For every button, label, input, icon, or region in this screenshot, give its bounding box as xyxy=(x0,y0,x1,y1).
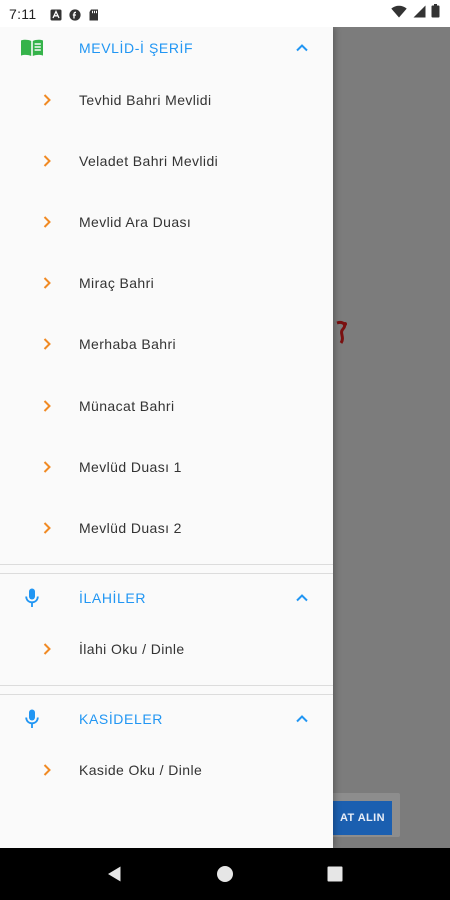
system-navigation-bar xyxy=(0,848,450,900)
chevron-right-icon xyxy=(43,93,51,106)
chevron-right-icon xyxy=(43,643,51,655)
status-time: 7:11 xyxy=(9,5,37,22)
chevron-right-icon xyxy=(43,522,51,534)
menu-item-label: Miraç Bahri xyxy=(79,275,155,292)
microphone-icon xyxy=(19,708,44,730)
background-button: AT ALIN xyxy=(333,801,392,835)
navigation-drawer: MEVLİD-İ ŞERİF Tevhid Bahri Mevlidi Vela… xyxy=(0,27,333,848)
menu-item-label: Münacat Bahri xyxy=(79,397,175,414)
status-bar: 7:11 xyxy=(0,0,450,27)
menu-item-mevlud-duasi-2[interactable]: Mevlüd Duası 2 xyxy=(0,497,333,558)
status-notification-icons xyxy=(50,8,100,21)
wifi-icon xyxy=(391,5,407,23)
section-title: İLAHİLER xyxy=(79,589,147,606)
section-header-kasideler[interactable]: KASİDELER xyxy=(0,698,333,740)
chevron-up-icon[interactable] xyxy=(294,711,310,727)
f-icon xyxy=(69,8,82,21)
chevron-right-icon xyxy=(43,155,51,167)
microphone-icon xyxy=(19,587,44,609)
chevron-right-icon xyxy=(43,338,51,351)
section-header-mevlid[interactable]: MEVLİD-İ ŞERİF xyxy=(0,27,333,69)
home-icon xyxy=(217,866,233,882)
status-system-icons xyxy=(391,4,440,23)
menu-item-label: İlahi Oku / Dinle xyxy=(79,641,185,658)
chevron-right-icon xyxy=(43,277,51,289)
section-header-ilahiler[interactable]: İLAHİLER xyxy=(0,577,333,619)
menu-item-label: Merhaba Bahri xyxy=(79,336,177,353)
menu-item-label: Tevhid Bahri Mevlidi xyxy=(79,91,212,108)
menu-item-munacat-bahri[interactable]: Münacat Bahri xyxy=(0,375,333,436)
menu-item-ilahi-oku-dinle[interactable]: İlahi Oku / Dinle xyxy=(0,619,333,680)
chevron-up-icon[interactable] xyxy=(294,40,310,56)
chevron-right-icon xyxy=(43,461,51,473)
recents-icon xyxy=(327,866,343,882)
background-content: ece AT ALIN xyxy=(333,27,450,848)
back-button[interactable] xyxy=(95,854,135,894)
menu-item-merhaba-bahri[interactable]: Merhaba Bahri xyxy=(0,314,333,375)
home-button[interactable] xyxy=(205,854,245,894)
chevron-right-icon xyxy=(43,764,51,776)
menu-item-mirac-bahri[interactable]: Miraç Bahri xyxy=(0,253,333,314)
signal-icon xyxy=(412,5,426,23)
background-glyph: ece xyxy=(333,377,341,470)
section-divider xyxy=(0,559,333,577)
sd-card-icon xyxy=(88,8,100,20)
menu-item-mevlud-duasi-1[interactable]: Mevlüd Duası 1 xyxy=(0,436,333,497)
menu-item-label: Mevlüd Duası 2 xyxy=(79,519,182,536)
section-title: MEVLİD-İ ŞERİF xyxy=(79,40,194,56)
menu-item-tevhid-bahri-mevlidi[interactable]: Tevhid Bahri Mevlidi xyxy=(0,69,333,130)
menu-item-mevlid-ara-duasi[interactable]: Mevlid Ara Duası xyxy=(0,191,333,252)
decorative-ornament xyxy=(336,321,347,344)
chevron-right-icon xyxy=(43,216,51,228)
menu-item-label: Kaside Oku / Dinle xyxy=(79,762,203,779)
chevron-right-icon xyxy=(43,399,51,412)
menu-item-veladet-bahri-mevlidi[interactable]: Veladet Bahri Mevlidi xyxy=(0,130,333,191)
chevron-up-icon[interactable] xyxy=(294,590,310,606)
menu-item-kaside-oku-dinle[interactable]: Kaside Oku / Dinle xyxy=(0,740,333,801)
book-icon xyxy=(19,37,44,59)
menu-item-label: Veladet Bahri Mevlidi xyxy=(79,152,219,169)
recents-button[interactable] xyxy=(315,854,355,894)
back-icon xyxy=(108,866,121,882)
section-divider xyxy=(0,680,333,698)
menu-item-label: Mevlüd Duası 1 xyxy=(79,458,182,475)
a-icon xyxy=(50,8,62,20)
menu-item-label: Mevlid Ara Duası xyxy=(79,213,192,230)
battery-icon xyxy=(431,4,440,23)
section-title: KASİDELER xyxy=(79,710,163,727)
